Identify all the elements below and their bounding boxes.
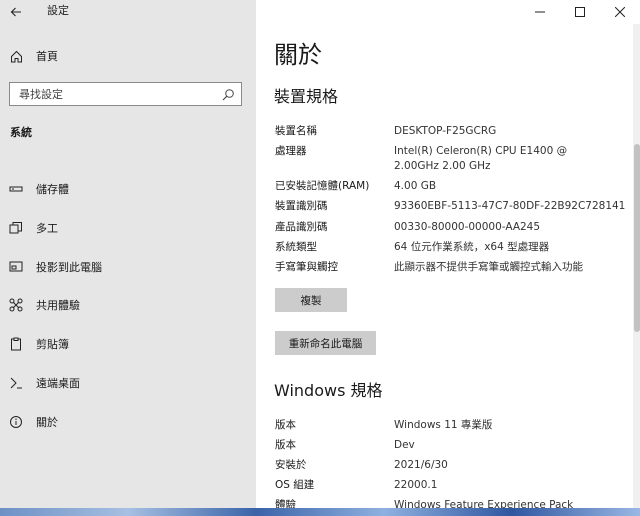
spec-value: Dev [394,439,415,451]
sidebar-item-label: 關於 [36,416,58,429]
spec-label: 產品識別碼 [275,221,328,233]
spec-value: Windows 11 專業版 [394,419,493,431]
app-title: 設定 [47,4,69,17]
spec-label: 手寫筆與觸控 [275,261,338,273]
close-button[interactable] [600,0,640,24]
copy-button[interactable]: 複製 [275,288,347,312]
scrollbar[interactable] [633,24,640,512]
windows-specs-heading: Windows 規格 [274,381,383,400]
back-arrow-icon [10,7,21,17]
sidebar-item-shared-experiences[interactable]: 共用體驗 [0,291,256,319]
sidebar-item-remote-desktop[interactable]: 遠端桌面 [0,369,256,397]
info-icon [9,415,23,429]
device-specs-heading: 裝置規格 [274,87,339,106]
spec-label: 裝置識別碼 [275,200,328,212]
main-content: 關於 裝置規格 裝置名稱 DESKTOP-F25GCRG 處理器 Intel(R… [256,0,640,516]
spec-value: 2021/6/30 [394,459,448,471]
spec-value: 22000.1 [394,479,438,491]
spec-label: 版本 [275,439,296,451]
sidebar-item-about[interactable]: 關於 [0,408,256,436]
sidebar-item-label: 遠端桌面 [36,377,80,390]
minimize-icon [535,11,545,13]
spec-label: 系統類型 [275,241,317,253]
spec-value: 00330-80000-00000-AA245 [394,221,541,233]
maximize-icon [575,7,585,17]
sidebar-item-home[interactable]: 首頁 [0,42,256,70]
spec-label: 已安裝記憶體(RAM) [275,180,370,192]
title-bar: 設定 [0,0,256,24]
sidebar-item-multitasking[interactable]: 多工 [0,214,256,242]
search-icon[interactable] [221,87,235,101]
spec-label: OS 組建 [275,479,315,491]
remote-desktop-icon [9,376,23,390]
maximize-button[interactable] [560,0,600,24]
storage-icon [9,182,23,196]
spec-value: 64 位元作業系統，x64 型處理器 [394,241,550,253]
back-button[interactable] [8,4,24,20]
multitasking-icon [9,221,23,235]
sidebar-item-label: 儲存體 [36,183,69,196]
search-box [9,82,242,106]
spec-label: 版本 [275,419,296,431]
scroll-thumb[interactable] [634,144,640,332]
shared-experiences-icon [9,298,23,312]
window-controls [520,0,640,24]
close-icon [615,7,625,17]
spec-value: 93360EBF-5113-47C7-80DF-22B92C728141 [394,200,626,212]
spec-value: 2.00GHz 2.00 GHz [394,160,491,172]
sidebar-item-label: 首頁 [36,50,58,63]
spec-value: 4.00 GB [394,180,437,192]
sidebar-item-label: 投影到此電腦 [36,261,102,274]
spec-value: DESKTOP-F25GCRG [394,125,497,137]
spec-value: Intel(R) Celeron(R) CPU E1400 @ [394,145,568,157]
sidebar-item-label: 共用體驗 [36,299,80,312]
sidebar-item-label: 剪貼簿 [36,338,69,351]
minimize-button[interactable] [520,0,560,24]
rename-pc-button[interactable]: 重新命名此電腦 [275,331,376,355]
project-icon [9,260,23,274]
sidebar-item-storage[interactable]: 儲存體 [0,175,256,203]
clipboard-icon [9,337,23,351]
page-title: 關於 [274,41,322,69]
spec-value: 此顯示器不提供手寫筆或觸控式輸入功能 [394,261,583,273]
search-input[interactable] [10,83,224,105]
home-icon [9,49,23,63]
sidebar: 設定 首頁 系統 儲存體 多工 投影到此電腦 共用體驗 [0,0,256,516]
section-header: 系統 [10,126,32,139]
sidebar-item-label: 多工 [36,222,58,235]
desktop-wallpaper-strip [0,508,640,516]
spec-label: 安裝於 [275,459,307,471]
spec-label: 處理器 [275,145,307,157]
sidebar-item-clipboard[interactable]: 剪貼簿 [0,330,256,358]
sidebar-item-project[interactable]: 投影到此電腦 [0,253,256,281]
spec-label: 裝置名稱 [275,125,317,137]
